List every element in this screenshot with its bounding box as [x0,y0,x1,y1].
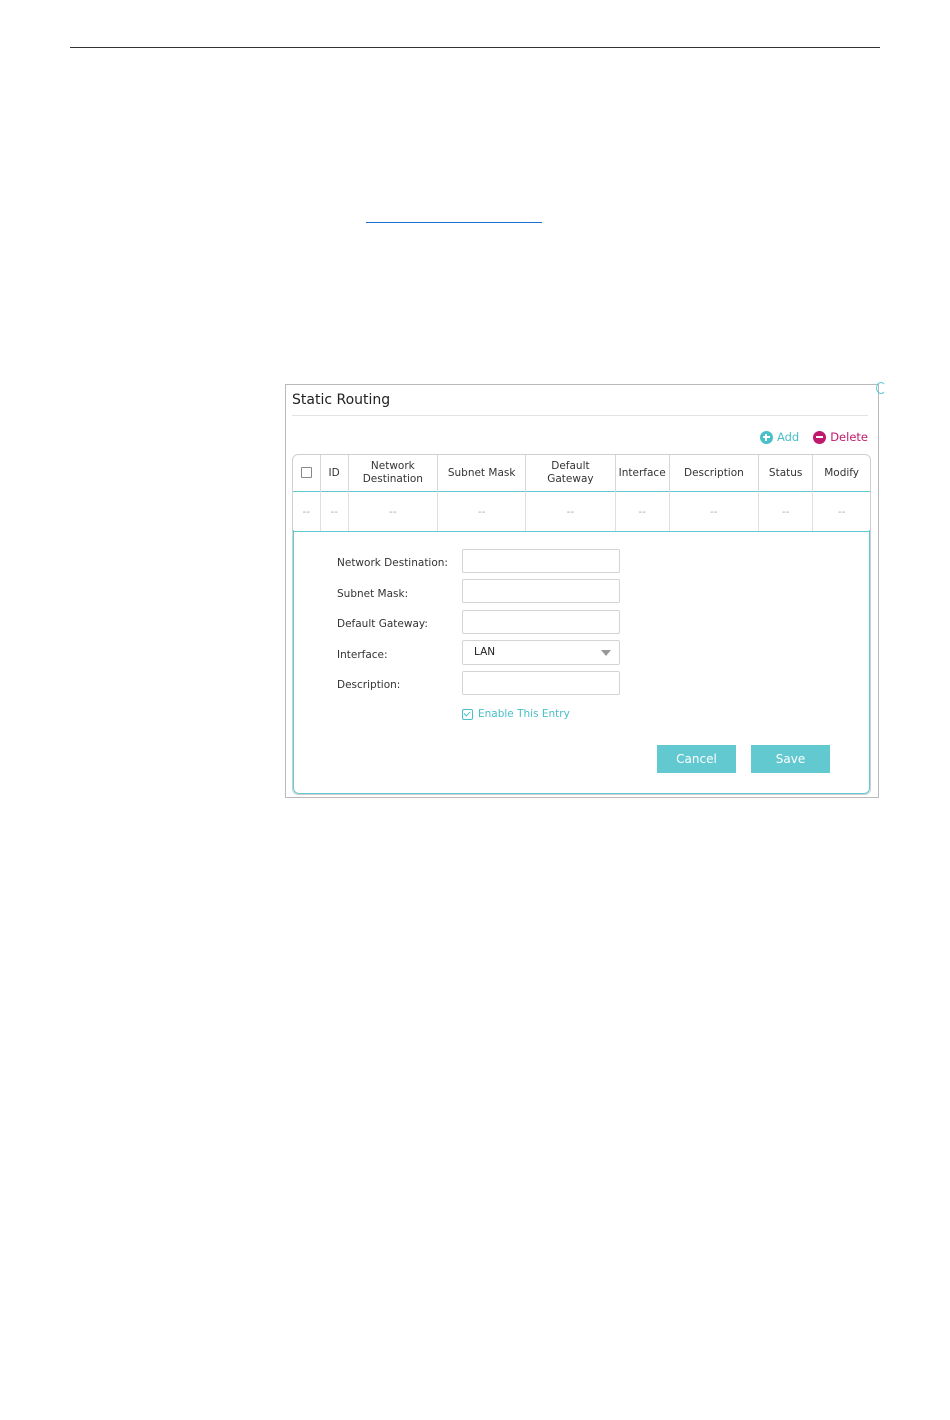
column-header-description: Description [669,455,760,492]
title-divider [292,415,868,416]
select-all-checkbox[interactable] [300,467,312,478]
page-top-rule [70,47,880,48]
description-label: Description: [337,679,401,691]
default-gateway-input[interactable] [462,610,620,634]
add-button[interactable]: Add [759,430,800,444]
checkbox-checked-icon [462,708,473,720]
table-toolbar: Add Delete [759,430,868,444]
table-cell: -- [615,491,670,532]
network-destination-input[interactable] [462,549,620,573]
default-gateway-label: Default Gateway: [337,618,428,630]
table-cell: -- [525,491,616,532]
select-all-cell [293,455,321,492]
interface-select[interactable]: LAN [462,640,620,665]
column-header-subnet-mask: Subnet Mask [437,455,527,492]
column-header-default-gateway: Default Gateway [525,455,616,492]
cancel-button[interactable]: Cancel [657,745,736,773]
interface-label: Interface: [337,649,388,661]
edit-entry-form: Network Destination: Subnet Mask: Defaul… [293,530,870,794]
description-input[interactable] [462,671,620,695]
save-button[interactable]: Save [751,745,830,773]
routing-table: ID Network Destination Subnet Mask Defau… [292,454,871,795]
table-cell: -- [293,491,321,532]
table-cell: -- [758,491,814,532]
subnet-mask-input[interactable] [462,579,620,603]
plus-circle-icon [759,430,773,444]
column-header-network-destination: Network Destination [348,455,438,492]
network-destination-label: Network Destination: [337,557,448,569]
table-cell: -- [348,491,438,532]
enable-entry-checkbox[interactable]: Enable This Entry [462,708,570,720]
table-cell: -- [669,491,760,532]
minus-circle-icon [813,430,827,444]
table-cell: -- [812,491,870,532]
column-header-id: ID [320,455,349,492]
document-link-underline[interactable] [366,222,542,223]
delete-label: Delete [830,430,868,444]
delete-button[interactable]: Delete [813,430,868,444]
chevron-down-icon [601,650,611,656]
interface-selected-value: LAN [474,646,496,658]
column-header-status: Status [758,455,814,492]
refresh-icon[interactable] [876,382,886,394]
table-cell: -- [437,491,527,532]
column-header-interface: Interface [615,455,670,492]
subnet-mask-label: Subnet Mask: [337,588,409,600]
add-label: Add [776,430,800,444]
column-header-modify: Modify [824,466,860,479]
table-cell: -- [320,491,349,532]
panel-title: Static Routing [292,392,391,408]
static-routing-panel: Static Routing Add Delete ID Network Des… [285,384,879,798]
table-row[interactable]: -- -- -- -- -- -- -- -- -- [293,491,870,532]
enable-entry-label: Enable This Entry [478,708,570,720]
table-header-row: ID Network Destination Subnet Mask Defau… [293,455,870,492]
